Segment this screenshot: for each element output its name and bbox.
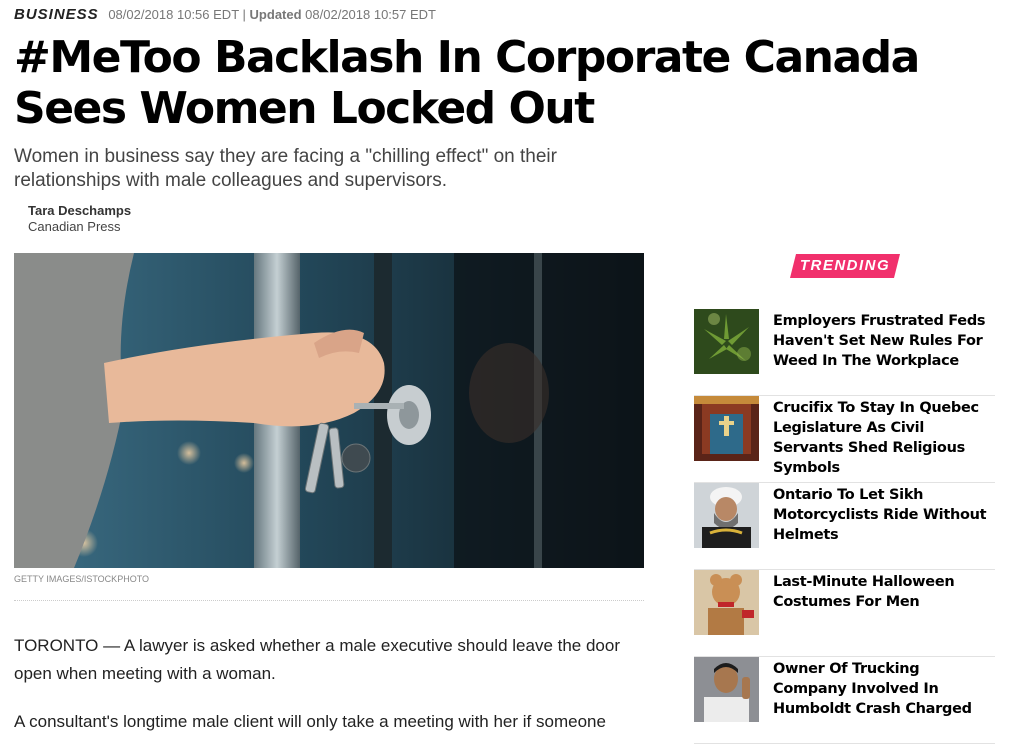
trending-item[interactable]: Last-Minute Halloween Costumes For Men (694, 570, 995, 657)
section-label[interactable]: BUSINESS (14, 6, 99, 23)
divider (14, 600, 644, 601)
article-meta: BUSINESS 08/02/2018 10:56 EDT | Updated … (14, 6, 436, 23)
meta-separator: | (242, 7, 246, 22)
trending-title[interactable]: Ontario To Let Sikh Motorcyclists Ride W… (773, 485, 993, 545)
trending-item[interactable]: Owner Of Trucking Company Involved In Hu… (694, 657, 995, 744)
trending-title[interactable]: Owner Of Trucking Company Involved In Hu… (773, 659, 993, 719)
trending-item[interactable]: Ontario To Let Sikh Motorcyclists Ride W… (694, 483, 995, 570)
trending-title[interactable]: Last-Minute Halloween Costumes For Men (773, 572, 993, 612)
article-headline: #MeToo Backlash In Corporate Canada Sees… (14, 32, 920, 134)
article-paragraph: TORONTO — A lawyer is asked whether a ma… (14, 636, 620, 683)
trending-label: TRENDING (790, 254, 900, 278)
trucking-owner-thumbnail[interactable] (694, 657, 759, 722)
trending-title[interactable]: Employers Frustrated Feds Haven't Set Ne… (773, 311, 993, 371)
article-subheadline: Women in business say they are facing a … (14, 146, 557, 191)
trending-title[interactable]: Crucifix To Stay In Quebec Legislature A… (773, 398, 993, 478)
author-name[interactable]: Tara Deschamps (28, 203, 131, 219)
trending-item[interactable]: Employers Frustrated Feds Haven't Set Ne… (694, 309, 995, 396)
updated-label: Updated (249, 7, 302, 22)
trending-label-text: TRENDING (799, 257, 891, 274)
legislature-crucifix-thumbnail[interactable] (694, 396, 759, 461)
author-organization: Canadian Press (28, 219, 121, 234)
cannabis-plant-thumbnail[interactable] (694, 309, 759, 374)
image-credit: GETTY IMAGES/ISTOCKPHOTO (14, 574, 150, 584)
trending-list: Employers Frustrated Feds Haven't Set Ne… (694, 309, 995, 744)
article-paragraph: A consultant's longtime male client will… (14, 712, 606, 731)
halloween-costume-thumbnail[interactable] (694, 570, 759, 635)
sikh-motorcyclist-thumbnail[interactable] (694, 483, 759, 548)
published-timestamp: 08/02/2018 10:56 EDT (108, 7, 239, 22)
byline: Tara Deschamps Canadian Press (28, 203, 131, 235)
trending-item[interactable]: Crucifix To Stay In Quebec Legislature A… (694, 396, 995, 483)
updated-timestamp: 08/02/2018 10:57 EDT (305, 7, 436, 22)
hero-image (14, 253, 644, 568)
